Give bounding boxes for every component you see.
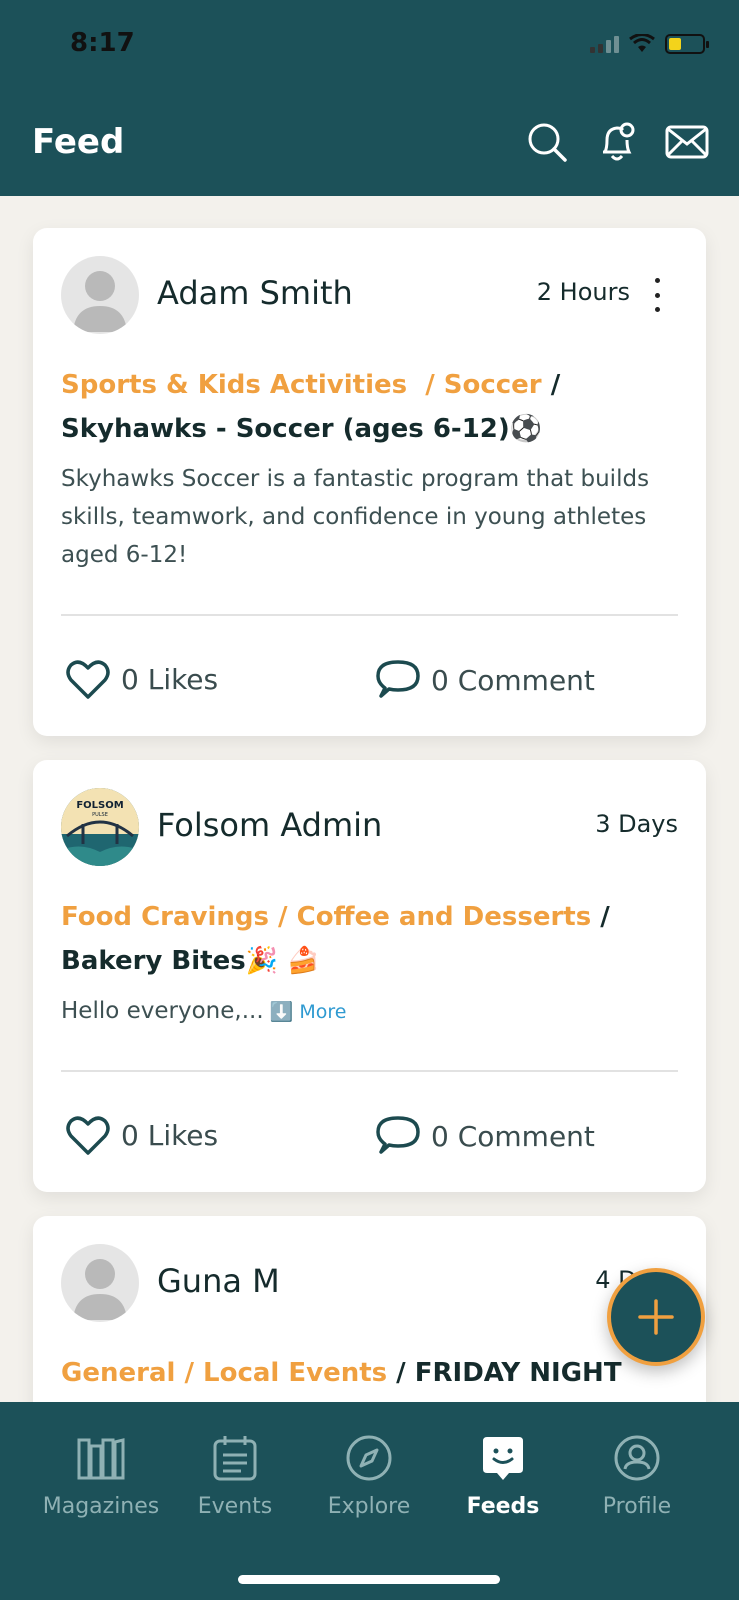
status-time: 8:17 (70, 28, 135, 58)
mail-icon (665, 125, 709, 159)
user-placeholder-icon (73, 271, 127, 332)
comments-count: 0 Comment (431, 1119, 595, 1153)
avatar-logo-subtext: PULSE (92, 812, 108, 818)
like-button[interactable]: 0 Likes (65, 1114, 218, 1156)
avatar[interactable] (61, 1244, 139, 1322)
subcategory-separator: / (175, 1358, 204, 1388)
feeds-icon (483, 1437, 523, 1480)
post-title[interactable]: FRIDAY NIGHT (415, 1358, 622, 1388)
subcategory-separator: / (416, 370, 444, 400)
more-link[interactable]: ⬇️ More (270, 1001, 347, 1023)
heart-icon (66, 660, 110, 699)
search-button[interactable] (525, 120, 569, 164)
category-breadcrumb: Sports & Kids Activities / Soccer / (61, 370, 561, 400)
bell-icon (603, 122, 635, 161)
avatar[interactable]: FOLSOM PULSE (61, 788, 139, 866)
comment-button[interactable]: 0 Comment (375, 658, 595, 702)
description-text: Hello everyone,... (61, 998, 264, 1024)
comment-icon (376, 660, 420, 698)
post-time: 2 Hours (536, 278, 630, 306)
subcategory-link[interactable]: Soccer (444, 370, 542, 400)
nav-label: Explore (327, 1494, 411, 1519)
post-card[interactable]: Adam Smith 2 Hours Sports & Kids Activit… (33, 228, 706, 736)
messages-button[interactable] (665, 120, 709, 164)
nav-label: Magazines (42, 1494, 160, 1519)
nav-label: Events (197, 1494, 273, 1519)
wifi-icon (629, 34, 655, 52)
top-bar: 8:17 Feed (0, 0, 739, 196)
nav-events[interactable]: Events (168, 1428, 302, 1519)
category-link[interactable]: General (61, 1358, 175, 1388)
create-post-button[interactable] (607, 1268, 705, 1366)
category-breadcrumb: General / Local Events / FRIDAY NIGHT (61, 1358, 622, 1388)
heart-icon (66, 1116, 110, 1155)
author-name[interactable]: Folsom Admin (157, 806, 382, 844)
category-breadcrumb: Food Cravings / Coffee and Desserts / (61, 902, 610, 932)
nav-label: Profile (602, 1494, 672, 1519)
profile-icon (614, 1435, 660, 1481)
like-button[interactable]: 0 Likes (65, 658, 218, 700)
battery-icon (665, 34, 709, 54)
post-title[interactable]: Skyhawks - Soccer (ages 6-12)⚽ (61, 414, 542, 444)
subcategory-link[interactable]: Coffee and Desserts (297, 902, 592, 932)
search-icon (528, 123, 567, 162)
header-actions (525, 120, 709, 164)
nav-profile[interactable]: Profile (570, 1428, 704, 1519)
subcategory-separator: / (269, 902, 297, 932)
divider (61, 614, 678, 616)
home-indicator[interactable] (238, 1575, 500, 1584)
folsom-pulse-logo: FOLSOM PULSE (61, 788, 139, 866)
comments-count: 0 Comment (431, 663, 595, 697)
avatar[interactable] (61, 256, 139, 334)
divider (61, 1070, 678, 1072)
subcategory-link[interactable]: Local Events (203, 1358, 387, 1388)
nav-feeds[interactable]: Feeds (436, 1428, 570, 1519)
category-link[interactable]: Sports & Kids Activities (61, 370, 407, 400)
calendar-icon (213, 1436, 257, 1481)
post-description: Skyhawks Soccer is a fantastic program t… (61, 466, 650, 568)
post-title[interactable]: Bakery Bites🎉 🍰 (61, 946, 319, 976)
post-card[interactable]: FOLSOM PULSE Folsom Admin 3 Days Food Cr… (33, 760, 706, 1192)
page-title: Feed (32, 122, 125, 162)
author-name[interactable]: Guna M (157, 1262, 280, 1300)
comment-button[interactable]: 0 Comment (375, 1114, 595, 1158)
nav-magazines[interactable]: Magazines (34, 1428, 168, 1519)
post-time: 3 Days (595, 810, 678, 838)
nav-explore[interactable]: Explore (302, 1428, 436, 1519)
avatar-logo-text: FOLSOM (76, 800, 123, 811)
notifications-button[interactable] (595, 120, 639, 164)
signal-icon (590, 35, 619, 53)
more-options-icon[interactable] (652, 278, 662, 312)
plus-icon (638, 1299, 674, 1335)
category-link[interactable]: Food Cravings (61, 902, 269, 932)
likes-count: 0 Likes (121, 1118, 219, 1152)
comment-icon (376, 1116, 420, 1154)
bottom-nav: Magazines Events Explore Feeds Profile (0, 1402, 739, 1600)
magazines-icon (77, 1438, 125, 1480)
compass-icon (346, 1435, 392, 1481)
status-icons (590, 34, 709, 54)
likes-count: 0 Likes (121, 662, 219, 696)
post-description: Hello everyone,... ⬇️ More (61, 992, 681, 1031)
author-name[interactable]: Adam Smith (157, 274, 353, 312)
nav-label: Feeds (466, 1494, 540, 1519)
user-placeholder-icon (73, 1259, 127, 1320)
